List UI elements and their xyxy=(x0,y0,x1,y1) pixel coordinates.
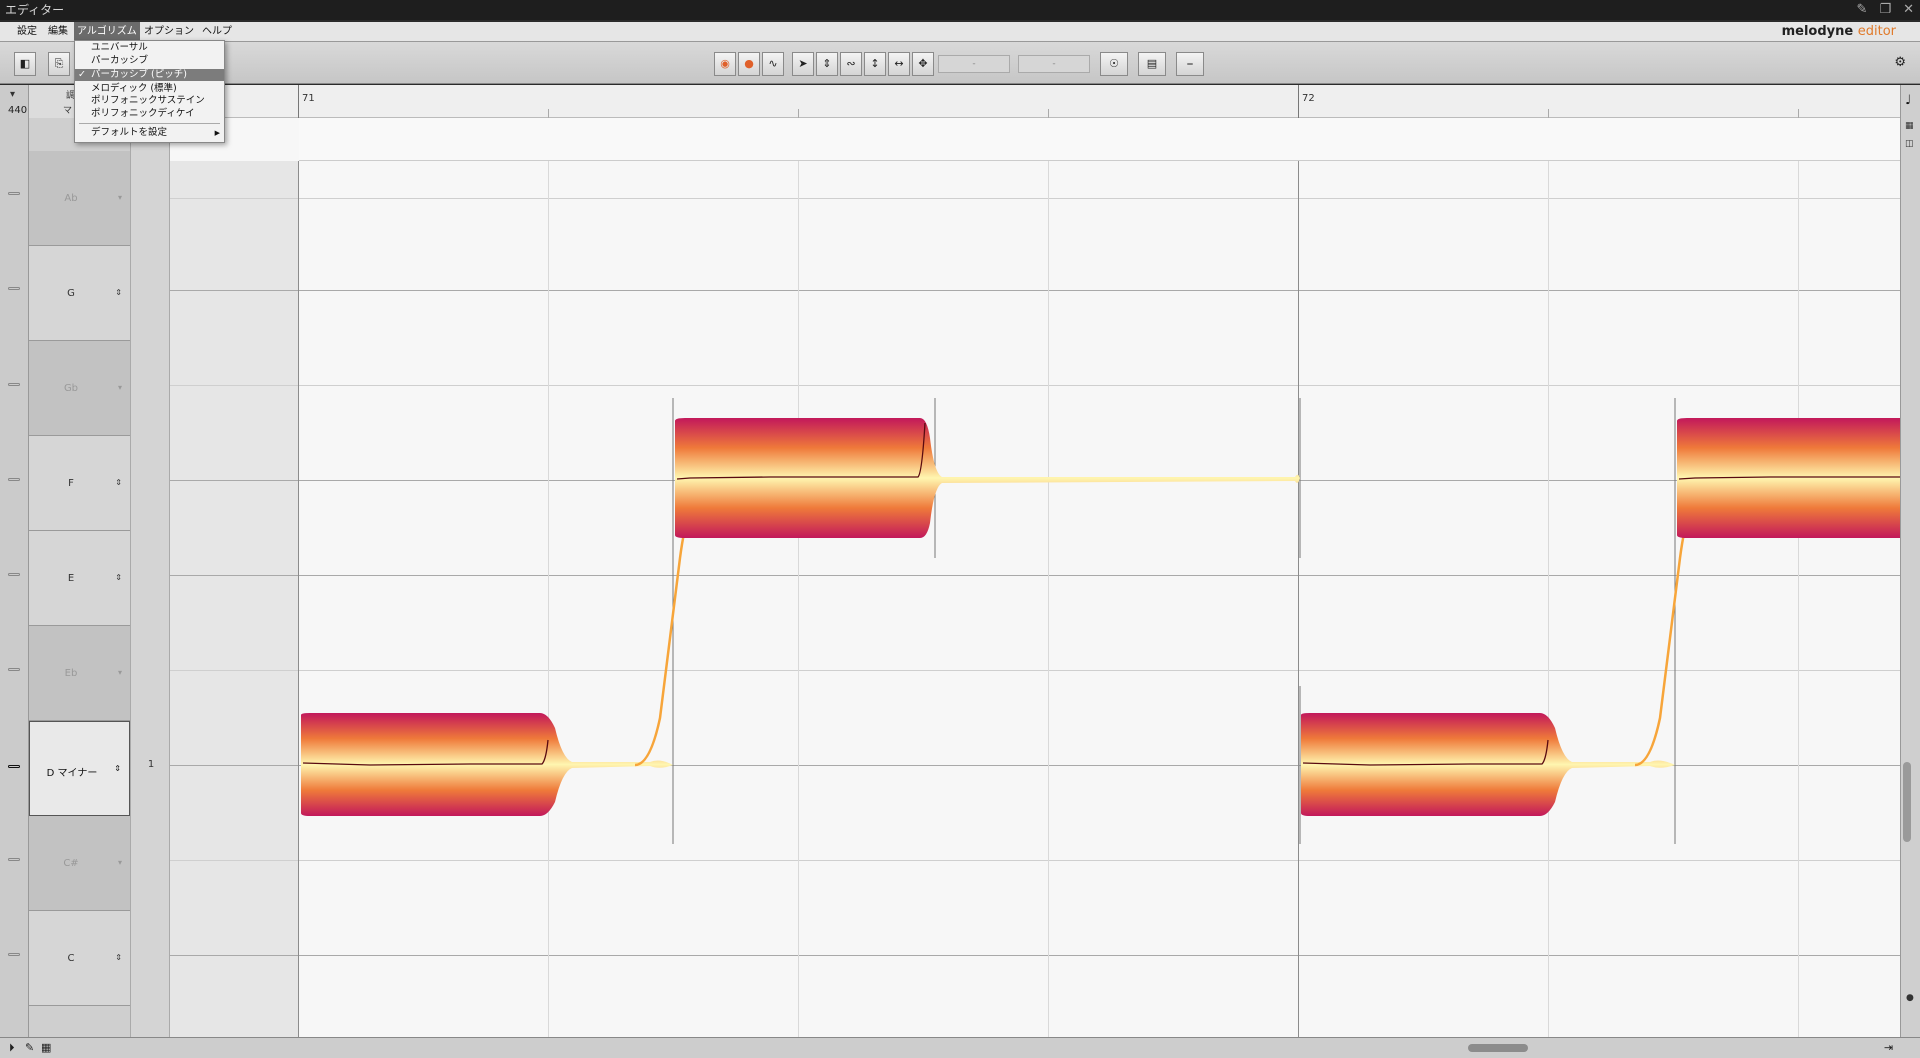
value-field-2[interactable]: - xyxy=(1018,55,1090,73)
time-tool-icon[interactable]: ↔ xyxy=(888,52,910,76)
pitch-key[interactable]: C# ▾ xyxy=(29,816,130,911)
note-editor-canvas[interactable] xyxy=(170,118,1900,1037)
tuning-handle[interactable] xyxy=(8,668,20,671)
bar-ruler[interactable]: 71 72 xyxy=(170,85,1900,118)
menu-item-percussive[interactable]: パーカッシブ xyxy=(75,55,224,67)
value-field-1[interactable]: - xyxy=(938,55,1010,73)
toolbar: ◧ ⎘ ◉ ● ∿ ➤ ⇕ ∾ ↕ ↔ ✥ - - ☉ ▤ ⎯ ⚙ xyxy=(0,42,1920,84)
menu-item-polyphonic-sustain[interactable]: ポリフォニックサステイン xyxy=(75,95,224,107)
vertical-scrollbar[interactable] xyxy=(1903,762,1911,842)
pitch-key[interactable]: C ⇕ xyxy=(29,911,130,1006)
maximize-icon[interactable]: ❐ xyxy=(1879,0,1891,20)
tuning-handle[interactable] xyxy=(8,953,20,956)
tuning-handle[interactable] xyxy=(8,478,20,481)
menu-item-polyphonic-decay[interactable]: ポリフォニックディケイ xyxy=(75,108,224,120)
algorithm-menu: ユニバーサル パーカッシブ ✓ パーカッシブ (ピッチ) メロディック (標準) … xyxy=(74,40,225,143)
scale-degree: 1 xyxy=(147,759,155,770)
pitch-key[interactable]: Gb ▾ xyxy=(29,341,130,436)
correct-pitch-icon[interactable]: ☉ xyxy=(1100,52,1128,76)
pin-icon[interactable]: ✎ xyxy=(1857,0,1868,20)
menu-item-percussive-pitched[interactable]: ✓ パーカッシブ (ピッチ) xyxy=(75,69,224,81)
right-panel: ♩ ▦ ◫ ● xyxy=(1900,85,1920,1037)
clipboard-icon[interactable]: ⎘ xyxy=(48,52,70,76)
zoom-pitch-icon[interactable]: ◫ xyxy=(1905,139,1914,149)
window-title: エディター xyxy=(5,3,65,17)
scrub-icon[interactable]: ✎ xyxy=(25,1041,34,1054)
submenu-arrow-icon: ▶ xyxy=(214,129,220,137)
quantize-time-icon[interactable]: ▤ xyxy=(1138,52,1166,76)
tuning-handle[interactable] xyxy=(8,858,20,861)
blob-layer xyxy=(301,398,1900,844)
sidebar-toggle-icon[interactable]: ◧ xyxy=(14,52,36,76)
pitch-tool-icon[interactable]: ⇕ xyxy=(816,52,838,76)
menubar: 設定 編集 アルゴリズム オプション ヘルプ xyxy=(0,22,1920,42)
note-blob xyxy=(675,418,1300,538)
pitch-key[interactable]: Ab ▾ xyxy=(29,151,130,246)
pointer-tool-icon[interactable]: ➤ xyxy=(792,52,814,76)
pitch-key[interactable]: E ⇕ xyxy=(29,531,130,626)
gear-icon[interactable]: ⚙ xyxy=(1894,55,1906,70)
tuning-handle[interactable] xyxy=(8,192,20,195)
bottom-bar: ⏵ ✎ ▦ ⇥ xyxy=(0,1037,1920,1058)
tuning-handle[interactable] xyxy=(8,573,20,576)
scale-degree-column: 1 xyxy=(130,118,170,1037)
pitch-key[interactable]: F ⇕ xyxy=(29,436,130,531)
amplitude-tool-icon[interactable]: ↕ xyxy=(864,52,886,76)
zoom-fit-icon[interactable]: ⇥ xyxy=(1884,1041,1893,1054)
menu-item-set-default[interactable]: デフォルトを設定 ▶ xyxy=(75,127,224,139)
check-icon: ✓ xyxy=(78,69,86,80)
formant-tool-icon[interactable]: ∾ xyxy=(840,52,862,76)
grid-settings-icon[interactable]: ▦ xyxy=(41,1041,51,1054)
tuning-strip: ▾ 440 xyxy=(0,85,29,1037)
separation-tool-icon[interactable]: ✥ xyxy=(912,52,934,76)
reference-tuning[interactable]: 440 xyxy=(8,105,27,116)
playhead-icon[interactable]: ⏵ xyxy=(9,1041,15,1055)
horizontal-scrollbar[interactable] xyxy=(1468,1044,1528,1052)
window-titlebar: エディター ✎ ❐ ✕ xyxy=(0,0,1920,20)
menu-settings[interactable]: 設定 xyxy=(14,22,40,42)
menu-options[interactable]: オプション xyxy=(141,22,197,42)
bar-number: 72 xyxy=(1302,93,1315,104)
menu-edit[interactable]: 編集 xyxy=(45,22,71,42)
tuning-handle[interactable] xyxy=(8,383,20,386)
split-icon[interactable]: ⎯ xyxy=(1176,52,1204,76)
bar-number: 71 xyxy=(302,93,315,104)
menu-algorithm[interactable]: アルゴリズム xyxy=(74,22,140,42)
pitch-key[interactable]: G ⇕ xyxy=(29,246,130,341)
pitch-ruler: Ab ▾ G ⇕ Gb ▾ F ⇕ E ⇕ Eb ▾ D マイナー ⇕ C# ▾ C ⇕ xyxy=(29,118,130,1037)
zoom-slider-icon[interactable]: ● xyxy=(1906,993,1914,1003)
close-icon[interactable]: ✕ xyxy=(1903,0,1914,20)
menu-help[interactable]: ヘルプ xyxy=(199,22,235,42)
menu-item-melodic[interactable]: メロディック (標準) xyxy=(75,83,224,95)
note-view-icon[interactable]: ● xyxy=(738,52,760,76)
grid-icon[interactable]: ▦ xyxy=(1905,121,1914,131)
pitch-grid-mode-icon[interactable]: ▾ xyxy=(10,89,15,100)
pitch-key-root[interactable]: D マイナー ⇕ xyxy=(29,721,130,816)
pitch-key[interactable]: Eb ▾ xyxy=(29,626,130,721)
blob-view-icon[interactable]: ◉ xyxy=(714,52,736,76)
menu-item-universal[interactable]: ユニバーサル xyxy=(75,42,224,54)
tuning-handle[interactable] xyxy=(8,287,20,290)
note-value-icon[interactable]: ♩ xyxy=(1905,93,1911,108)
brand-logo: melodyne editor xyxy=(1781,24,1896,39)
pitch-curve-icon[interactable]: ∿ xyxy=(762,52,784,76)
tuning-handle[interactable] xyxy=(8,765,20,768)
